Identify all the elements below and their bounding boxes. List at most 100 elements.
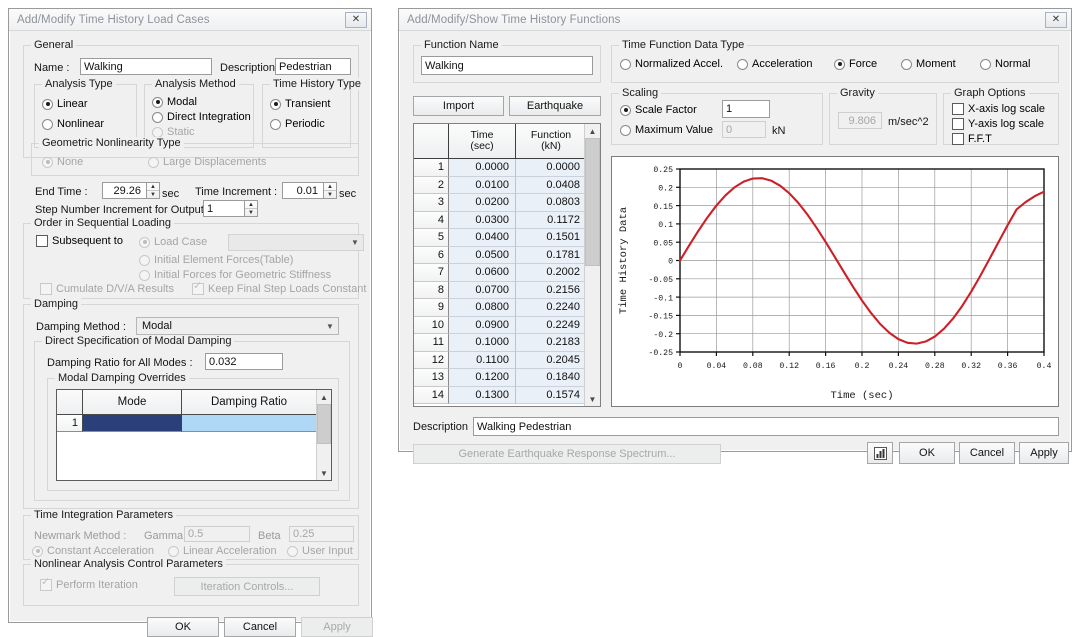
description-input[interactable]: Pedestrian <box>275 58 351 75</box>
cancel-button[interactable]: Cancel <box>959 442 1015 464</box>
scroll-up-icon[interactable]: ▲ <box>317 390 331 404</box>
row-function-cell[interactable]: 0.1781 <box>516 246 586 264</box>
time-history-plot: 0.25 0.2 0.15 0.1 0.05 0 -0.05 -0.1 -0.15 -0.2 -0.… <box>612 157 1058 406</box>
time-increment-input[interactable]: 0.01 <box>282 182 324 199</box>
row-function-cell[interactable]: 0.1574 <box>516 386 586 404</box>
table-row[interactable]: 11 0.1000 0.2183 <box>414 334 600 352</box>
radio-normal[interactable]: Normal <box>980 58 1030 70</box>
checkbox-x-axis-log[interactable]: X-axis log scale <box>952 103 1045 115</box>
scroll-up-icon[interactable]: ▲ <box>585 124 600 138</box>
step-number-input[interactable]: 1 <box>203 200 245 217</box>
table-row[interactable]: 1 <box>57 415 331 432</box>
row-time-cell[interactable]: 0.1100 <box>449 351 516 369</box>
row-function-cell[interactable]: 0.0803 <box>516 194 586 212</box>
radio-scale-factor[interactable]: Scale Factor <box>620 104 697 116</box>
radio-periodic[interactable]: Periodic <box>270 118 325 130</box>
radio-maximum-value[interactable]: Maximum Value <box>620 124 713 136</box>
row-time-cell[interactable]: 0.0100 <box>449 176 516 194</box>
table-row[interactable]: 13 0.1200 0.1840 <box>414 369 600 387</box>
row-time-cell[interactable]: 0.0600 <box>449 264 516 282</box>
table-row[interactable]: 12 0.1100 0.2045 <box>414 351 600 369</box>
ok-button[interactable]: OK <box>147 617 219 637</box>
checkbox-fft[interactable]: F.F.T <box>952 133 992 145</box>
radio-linear[interactable]: Linear <box>42 98 88 110</box>
row-function-cell[interactable]: 0.0000 <box>516 159 586 177</box>
close-icon[interactable]: ✕ <box>1045 11 1067 28</box>
description-input[interactable]: Walking Pedestrian <box>473 417 1059 436</box>
row-time-cell[interactable]: 0.0500 <box>449 246 516 264</box>
row-time-cell[interactable]: 0.0000 <box>449 159 516 177</box>
row-function-cell[interactable]: 0.2156 <box>516 281 586 299</box>
row-time-cell[interactable]: 0.0300 <box>449 211 516 229</box>
damping-ratio-input[interactable]: 0.032 <box>205 353 283 370</box>
scroll-thumb[interactable] <box>585 138 600 266</box>
checkbox-subsequent-to[interactable]: Subsequent to <box>36 235 123 247</box>
cancel-button[interactable]: Cancel <box>224 617 296 637</box>
ok-button[interactable]: OK <box>899 442 955 464</box>
row-time-cell[interactable]: 0.0800 <box>449 299 516 317</box>
table-row[interactable]: 10 0.0900 0.2249 <box>414 316 600 334</box>
end-time-input[interactable]: 29.26 <box>102 182 147 199</box>
import-button[interactable]: Import <box>413 96 504 116</box>
row-function-cell[interactable]: 0.2249 <box>516 316 586 334</box>
table-row[interactable]: 9 0.0800 0.2240 <box>414 299 600 317</box>
radio-acceleration[interactable]: Acceleration <box>737 58 813 70</box>
modal-damping-table[interactable]: Mode Damping Ratio 1 ▲ ▼ <box>56 389 332 481</box>
function-name-input[interactable]: Walking <box>421 56 593 75</box>
close-icon[interactable]: ✕ <box>345 11 367 28</box>
end-time-spinner[interactable]: ▲ ▼ <box>147 182 160 199</box>
row-mode-cell[interactable] <box>83 415 182 432</box>
table-row[interactable]: 7 0.0600 0.2002 <box>414 264 600 282</box>
row-damping-ratio-cell[interactable] <box>182 415 317 432</box>
table-scrollbar[interactable]: ▲ ▼ <box>584 124 600 406</box>
row-time-cell[interactable]: 0.1200 <box>449 369 516 387</box>
apply-button[interactable]: Apply <box>1019 442 1069 464</box>
table-row[interactable]: 14 0.1300 0.1574 <box>414 386 600 404</box>
radio-nonlinear[interactable]: Nonlinear <box>42 118 104 130</box>
name-input[interactable]: Walking <box>80 58 212 75</box>
scroll-down-icon[interactable]: ▼ <box>585 392 600 406</box>
radio-direct-integration[interactable]: Direct Integration <box>152 111 251 123</box>
row-time-cell[interactable]: 0.0400 <box>449 229 516 247</box>
radio-normalized-accel[interactable]: Normalized Accel. <box>620 58 723 70</box>
table-row[interactable]: 2 0.0100 0.0408 <box>414 176 600 194</box>
row-function-cell[interactable]: 0.2002 <box>516 264 586 282</box>
table-row[interactable]: 1 0.0000 0.0000 <box>414 159 600 177</box>
row-function-cell[interactable]: 0.1840 <box>516 369 586 387</box>
row-function-cell[interactable]: 0.1501 <box>516 229 586 247</box>
radio-force[interactable]: Force <box>834 58 877 70</box>
direct-spec-group: Direct Specification of Modal Damping Da… <box>34 335 350 501</box>
table-row[interactable]: 4 0.0300 0.1172 <box>414 211 600 229</box>
row-time-cell[interactable]: 0.0700 <box>449 281 516 299</box>
row-time-cell[interactable]: 0.0200 <box>449 194 516 212</box>
scale-factor-input[interactable]: 1 <box>722 100 770 118</box>
radio-moment[interactable]: Moment <box>901 58 956 70</box>
scroll-thumb[interactable] <box>317 404 331 444</box>
damping-method-combo[interactable]: Modal ▼ <box>136 317 339 335</box>
table-scrollbar[interactable]: ▲ ▼ <box>316 390 331 480</box>
table-row[interactable]: 3 0.0200 0.0803 <box>414 194 600 212</box>
checkbox-y-axis-log[interactable]: Y-axis log scale <box>952 118 1044 130</box>
radio-modal[interactable]: Modal <box>152 96 197 108</box>
row-function-cell[interactable]: 0.0408 <box>516 176 586 194</box>
step-number-spinner[interactable]: ▲ ▼ <box>245 200 258 217</box>
radio-dot <box>287 545 298 557</box>
time-increment-spinner[interactable]: ▲ ▼ <box>324 182 337 199</box>
table-row[interactable]: 5 0.0400 0.1501 <box>414 229 600 247</box>
row-function-cell[interactable]: 0.1172 <box>516 211 586 229</box>
radio-dot <box>980 58 991 70</box>
plot-button[interactable] <box>867 442 893 464</box>
row-function-cell[interactable]: 0.2045 <box>516 351 586 369</box>
function-data-table[interactable]: Time (sec) Function (kN) 1 0.0000 0.0000 2 0… <box>413 123 601 407</box>
row-time-cell[interactable]: 0.0900 <box>449 316 516 334</box>
row-function-cell[interactable]: 0.2183 <box>516 334 586 352</box>
radio-transient[interactable]: Transient <box>270 98 330 110</box>
table-row[interactable]: 8 0.0700 0.2156 <box>414 281 600 299</box>
row-time-cell[interactable]: 0.1000 <box>449 334 516 352</box>
scroll-down-icon[interactable]: ▼ <box>317 466 331 480</box>
svg-text:0.16: 0.16 <box>816 362 836 371</box>
row-function-cell[interactable]: 0.2240 <box>516 299 586 317</box>
row-time-cell[interactable]: 0.1300 <box>449 386 516 404</box>
earthquake-button[interactable]: Earthquake <box>509 96 601 116</box>
table-row[interactable]: 6 0.0500 0.1781 <box>414 246 600 264</box>
